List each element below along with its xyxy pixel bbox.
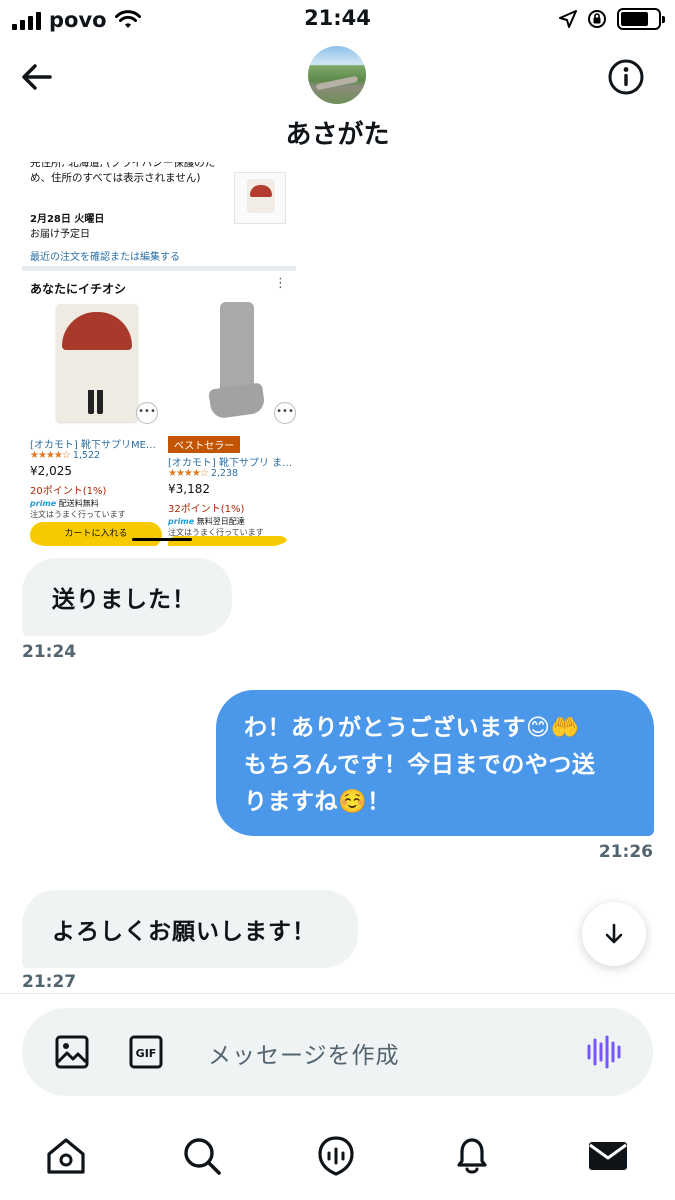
address-text: 先住所, 北海道, (プライバシー保護のた め、住所のすべては表示されません) bbox=[30, 162, 230, 186]
add-to-cart-button: カートに入れる bbox=[30, 522, 162, 546]
prime-label: prime bbox=[168, 517, 195, 526]
shared-screenshot-image[interactable]: 先住所, 北海道, (プライバシー保護のた め、住所のすべては表示されません) … bbox=[22, 162, 296, 546]
delivery-note: お届け予定日 bbox=[30, 229, 90, 240]
composer-divider bbox=[0, 993, 675, 994]
edit-order-link: 最近の注文を確認または編集する bbox=[30, 252, 180, 263]
message-text: よろしくお願いします！ bbox=[52, 919, 316, 945]
shipping-text: 無料翌日配達 bbox=[196, 517, 245, 526]
delivery-date: 2月28日 火曜日 bbox=[30, 214, 105, 225]
product-rating: ★★★★☆ 2,238 bbox=[168, 468, 238, 479]
status-bar: povo 21:44 bbox=[0, 0, 675, 40]
battery-icon bbox=[617, 8, 665, 30]
recommend-title: あなたにイチオシ bbox=[30, 282, 127, 296]
shipping-text: 配送料無料 bbox=[58, 499, 99, 508]
address-line-1: 先住所, 北海道, (プライバシー保護のた bbox=[30, 162, 216, 169]
search-icon[interactable] bbox=[180, 1134, 224, 1178]
message-line: もちろんです！今日までのやつ送 bbox=[244, 752, 596, 778]
ellipsis-icon: ••• bbox=[274, 402, 296, 424]
product-points: 32ポイント(1%) bbox=[168, 504, 245, 515]
prime-label: prime bbox=[30, 499, 57, 508]
conversation-header: あさがた bbox=[0, 40, 675, 162]
location-arrow-icon bbox=[559, 10, 577, 28]
info-icon[interactable] bbox=[605, 56, 647, 98]
gif-label: GIF bbox=[136, 1047, 157, 1060]
message-composer[interactable]: GIF メッセージを作成 bbox=[22, 1008, 653, 1096]
product-card: ••• ベストセラー [オカモト] 靴下サプリ ま… ★★★★☆ 2,238 ¥… bbox=[168, 302, 296, 537]
delivery-info: 2月28日 火曜日 お届け予定日 bbox=[30, 212, 104, 242]
contact-name[interactable]: あさがた bbox=[0, 114, 675, 151]
section-divider bbox=[22, 266, 296, 271]
message-text: 送りました！ bbox=[52, 587, 196, 613]
message-bubble-outgoing[interactable]: わ！ありがとうございます😊🤲 もちろんです！今日までのやつ送 りますね☺️！ bbox=[216, 690, 654, 836]
product-card: ••• [オカモト] 靴下サプリME… ★★★★☆ 1,522 ¥2,025 2… bbox=[30, 302, 160, 519]
product-points: 20ポイント(1%) bbox=[30, 486, 107, 497]
prime-shipping: prime 無料翌日配達 bbox=[168, 516, 245, 527]
scroll-to-bottom-button[interactable] bbox=[582, 902, 646, 966]
message-timestamp: 21:27 bbox=[22, 972, 77, 992]
contact-avatar[interactable] bbox=[308, 46, 366, 104]
bottom-tab-bar bbox=[0, 1120, 675, 1200]
review-count: 2,238 bbox=[210, 468, 239, 479]
message-line: りますね☺️！ bbox=[244, 789, 391, 815]
ellipsis-icon: ••• bbox=[136, 402, 158, 424]
product-title: [オカモト] 靴下サプリME… bbox=[30, 440, 156, 451]
product-price: ¥3,182 bbox=[168, 482, 210, 496]
star-rating-icon: ★★★★☆ bbox=[168, 468, 209, 479]
star-rating-icon: ★★★★☆ bbox=[30, 450, 71, 461]
notifications-bell-icon[interactable] bbox=[450, 1134, 494, 1178]
message-timestamp: 21:24 bbox=[22, 642, 77, 662]
address-line-2: め、住所のすべては表示されません) bbox=[30, 172, 201, 184]
stock-text: 注文はうまく行っています bbox=[30, 510, 126, 519]
gif-icon[interactable]: GIF bbox=[128, 1034, 164, 1070]
ordered-product-thumbnail bbox=[234, 172, 286, 224]
arrow-down-icon bbox=[605, 923, 623, 944]
orientation-lock-icon bbox=[588, 10, 606, 28]
home-icon[interactable] bbox=[44, 1134, 88, 1178]
product-title: [オカモト] 靴下サプリ ま… bbox=[168, 458, 293, 469]
message-bubble-incoming[interactable]: よろしくお願いします！ bbox=[22, 890, 358, 968]
spaces-icon[interactable] bbox=[314, 1134, 358, 1178]
product-price: ¥2,025 bbox=[30, 464, 72, 478]
message-input[interactable]: メッセージを作成 bbox=[208, 1036, 400, 1070]
product-rating: ★★★★☆ 1,522 bbox=[30, 450, 100, 461]
prime-shipping: prime 配送料無料 bbox=[30, 498, 99, 509]
home-indicator bbox=[132, 538, 192, 541]
bestseller-badge: ベストセラー bbox=[168, 436, 241, 453]
messages-envelope-icon[interactable] bbox=[586, 1134, 630, 1178]
image-icon[interactable] bbox=[54, 1034, 90, 1070]
voice-message-icon[interactable] bbox=[585, 1034, 623, 1070]
review-count: 1,522 bbox=[72, 450, 101, 461]
more-options-icon: ⋮ bbox=[274, 276, 287, 291]
message-timestamp: 21:26 bbox=[598, 842, 653, 862]
status-right bbox=[559, 8, 665, 30]
message-line: わ！ありがとうございます😊🤲 bbox=[244, 715, 580, 741]
message-bubble-incoming[interactable]: 送りました！ bbox=[22, 558, 232, 636]
back-arrow-icon[interactable] bbox=[16, 56, 58, 98]
